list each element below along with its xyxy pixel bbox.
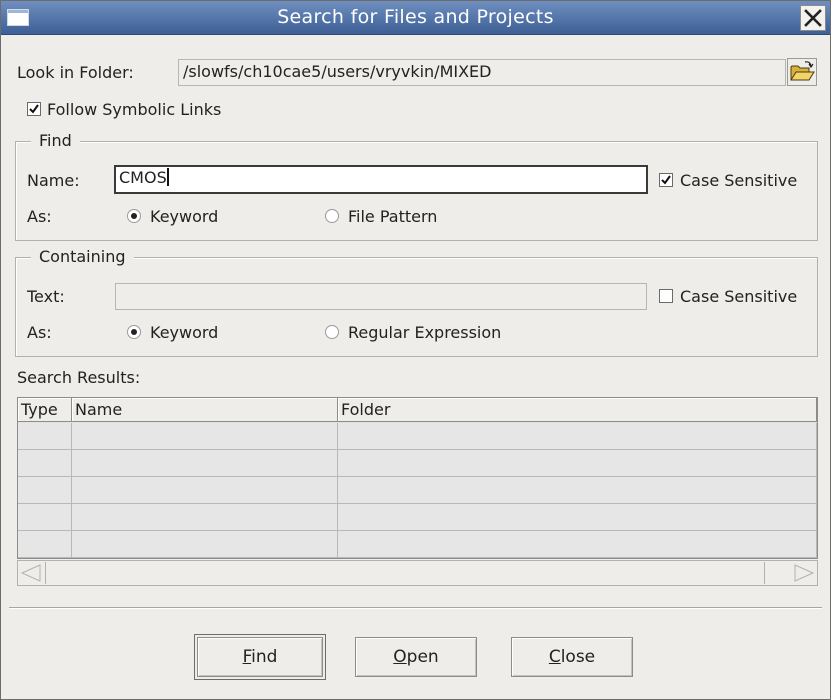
containing-text-input[interactable]: [115, 283, 647, 310]
cell-name: [72, 450, 338, 476]
cell-type: [18, 504, 72, 530]
title-bar[interactable]: Search for Files and Projects: [1, 1, 830, 35]
follow-symlinks-checkbox[interactable]: [27, 102, 41, 116]
open-button[interactable]: Open: [355, 637, 477, 677]
cell-folder: [338, 504, 817, 530]
containing-keyword-label[interactable]: Keyword: [150, 323, 218, 342]
column-header-type[interactable]: Type: [18, 398, 72, 421]
find-file-pattern-label[interactable]: File Pattern: [348, 207, 437, 226]
table-row[interactable]: [18, 477, 817, 504]
column-header-name[interactable]: Name: [72, 398, 338, 421]
cell-name: [72, 477, 338, 503]
containing-regex-label[interactable]: Regular Expression: [348, 323, 501, 342]
find-case-sensitive-checkbox[interactable]: [659, 173, 673, 187]
search-results-label: Search Results:: [17, 368, 141, 387]
open-button-label: pen: [406, 647, 439, 667]
find-file-pattern-radio[interactable]: [325, 209, 339, 223]
look-in-folder-label: Look in Folder:: [17, 63, 134, 82]
find-as-label: As:: [27, 207, 52, 226]
checkmark-icon: [29, 104, 39, 114]
table-row[interactable]: [18, 423, 817, 450]
close-button-mnemonic: C: [548, 647, 561, 667]
containing-case-sensitive-label[interactable]: Case Sensitive: [680, 287, 797, 306]
cell-folder: [338, 477, 817, 503]
search-dialog: Search for Files and Projects Look in Fo…: [0, 0, 831, 700]
button-separator: [9, 607, 822, 609]
find-button-mnemonic: F: [242, 647, 252, 667]
horizontal-scrollbar[interactable]: [17, 560, 818, 586]
containing-regex-radio[interactable]: [325, 325, 339, 339]
text-label: Text:: [27, 287, 65, 306]
column-header-folder[interactable]: Folder: [338, 398, 817, 421]
cell-name: [72, 531, 338, 557]
cell-folder: [338, 531, 817, 557]
window-title: Search for Files and Projects: [277, 6, 554, 28]
follow-symlinks-label[interactable]: Follow Symbolic Links: [47, 100, 221, 119]
find-button-label: ind: [251, 647, 278, 667]
containing-as-label: As:: [27, 323, 52, 342]
containing-group-title: Containing: [31, 247, 134, 266]
close-button[interactable]: Close: [511, 637, 633, 677]
name-label: Name:: [27, 171, 80, 190]
radio-selected-dot: [131, 329, 137, 335]
close-icon: [804, 9, 822, 27]
checkmark-icon: [661, 175, 671, 185]
open-button-mnemonic: O: [393, 647, 407, 667]
scroll-right-button[interactable]: [791, 562, 817, 584]
cell-type: [18, 531, 72, 557]
containing-keyword-radio[interactable]: [127, 325, 141, 339]
results-table[interactable]: Type Name Folder: [17, 397, 818, 559]
name-input[interactable]: CMOS: [114, 165, 648, 194]
find-keyword-label[interactable]: Keyword: [150, 207, 218, 226]
containing-case-sensitive-checkbox[interactable]: [659, 289, 673, 303]
find-keyword-radio[interactable]: [127, 209, 141, 223]
arrow-right-icon: [794, 564, 815, 582]
name-input-value: CMOS: [119, 168, 167, 187]
table-row[interactable]: [18, 504, 817, 531]
find-case-sensitive-label[interactable]: Case Sensitive: [680, 171, 797, 190]
cell-folder: [338, 423, 817, 449]
cell-name: [72, 423, 338, 449]
find-group-title: Find: [31, 131, 80, 150]
cell-type: [18, 450, 72, 476]
cell-name: [72, 504, 338, 530]
table-row[interactable]: [18, 531, 817, 558]
cell-type: [18, 477, 72, 503]
results-table-header: Type Name Folder: [18, 398, 817, 422]
arrow-left-icon: [20, 564, 41, 582]
cell-type: [18, 423, 72, 449]
browse-folder-button[interactable]: [787, 58, 817, 86]
scroll-track[interactable]: [45, 562, 765, 584]
text-cursor: [166, 168, 169, 186]
folder-path-field[interactable]: /slowfs/ch10cae5/users/vryvkin/MIXED: [178, 59, 786, 86]
open-folder-icon: [790, 61, 815, 81]
cell-folder: [338, 450, 817, 476]
close-button-label: lose: [560, 647, 596, 667]
find-button[interactable]: Find: [194, 634, 326, 680]
close-window-button[interactable]: [800, 5, 826, 31]
table-row[interactable]: [18, 450, 817, 477]
scroll-left-button[interactable]: [18, 562, 44, 584]
radio-selected-dot: [131, 213, 137, 219]
